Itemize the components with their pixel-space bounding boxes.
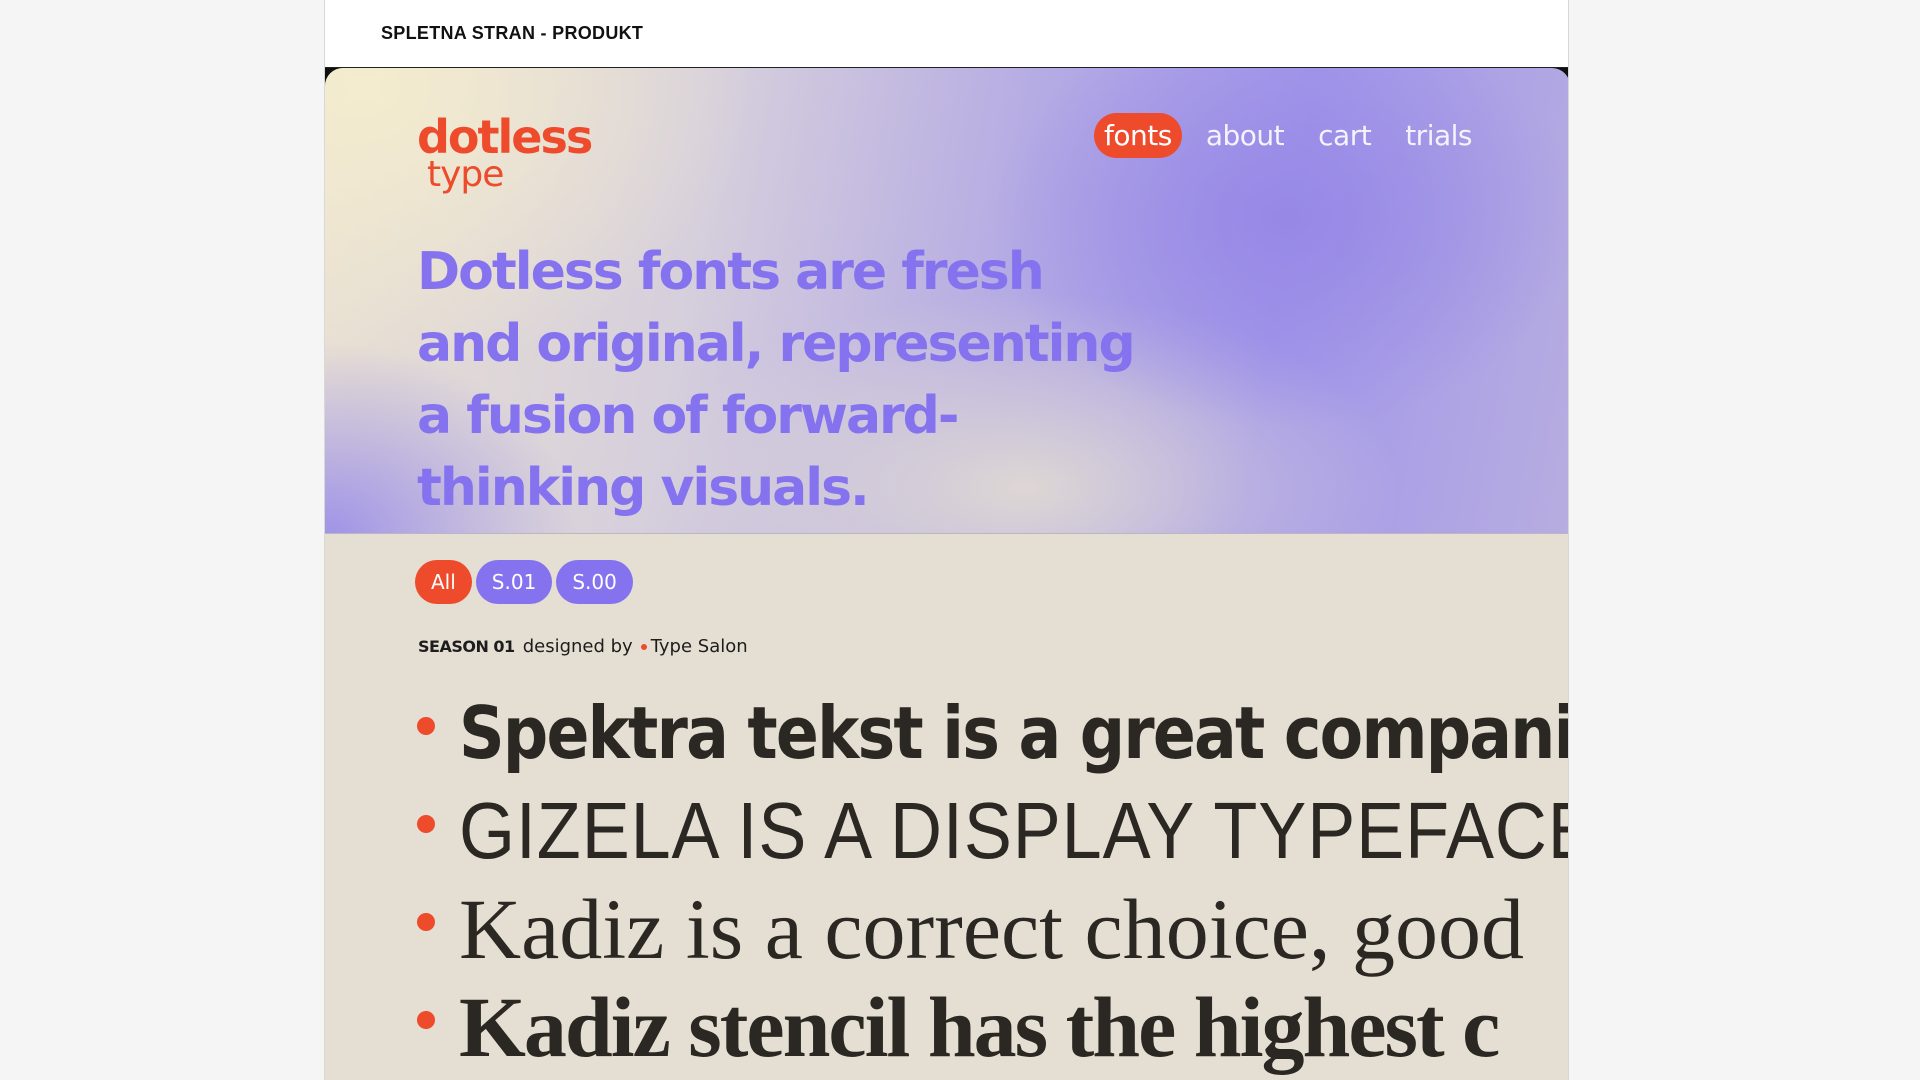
bullet-dot-icon [417, 815, 435, 833]
browser-frame: SPLETNA STRAN - PRODUKT dotless type fon… [324, 0, 1569, 1080]
logo-wordmark-type: type [427, 154, 504, 195]
font-sample: Spektra tekst is a great companio [459, 691, 1569, 775]
font-sample: Kadiz is a correct choice, good [459, 881, 1524, 977]
nav-item-cart[interactable]: cart [1308, 113, 1381, 158]
frame-title: SPLETNA STRAN - PRODUKT [381, 23, 644, 43]
nav-item-about[interactable]: about [1196, 113, 1294, 158]
designer-name: Type Salon [650, 636, 748, 657]
filter-all-button[interactable]: All [415, 560, 472, 604]
season-filters: All S.01 S.00 [415, 560, 633, 604]
website: dotless type fonts about cart trials Dot… [325, 68, 1569, 1080]
font-sample: GIZELA IS A DISPLAY TYPEFACE PER [459, 786, 1569, 875]
main-nav: fonts about cart trials [1094, 113, 1482, 158]
bullet-dot-icon [417, 717, 435, 735]
frame-header: SPLETNA STRAN - PRODUKT [325, 0, 1568, 68]
nav-item-fonts[interactable]: fonts [1094, 113, 1182, 158]
font-row-kadiz[interactable]: Kadiz is a correct choice, good [417, 880, 1568, 978]
designed-by-label: designed by [522, 636, 633, 657]
nav-item-trials[interactable]: trials [1395, 113, 1482, 158]
bullet-dot-icon [417, 913, 435, 931]
designer-link[interactable]: Type Salon [640, 636, 748, 657]
font-sample: Kadiz stencil has the highest c [459, 979, 1500, 1075]
font-list: Spektra tekst is a great companio GIZELA… [417, 684, 1569, 1076]
dotless-type-logo[interactable]: dotless type [417, 110, 593, 210]
hero-section: dotless type fonts about cart trials Dot… [325, 68, 1568, 534]
font-catalog: All S.01 S.00 SEASON 01 designed by Type… [325, 534, 1569, 1080]
font-row-gizela[interactable]: GIZELA IS A DISPLAY TYPEFACE PER [417, 782, 1569, 880]
dot-icon [640, 643, 647, 650]
season-credit: SEASON 01 designed by Type Salon [418, 636, 748, 657]
font-row-kadiz-stencil[interactable]: Kadiz stencil has the highest c [417, 978, 1568, 1076]
hero-tagline: Dotless fonts are fresh and original, re… [417, 242, 1136, 518]
filter-s00-button[interactable]: S.00 [556, 560, 633, 604]
season-tag: SEASON 01 [418, 637, 515, 656]
font-row-spektra-tekst[interactable]: Spektra tekst is a great companio [417, 684, 1569, 782]
bullet-dot-icon [417, 1011, 435, 1029]
filter-s01-button[interactable]: S.01 [475, 560, 553, 604]
